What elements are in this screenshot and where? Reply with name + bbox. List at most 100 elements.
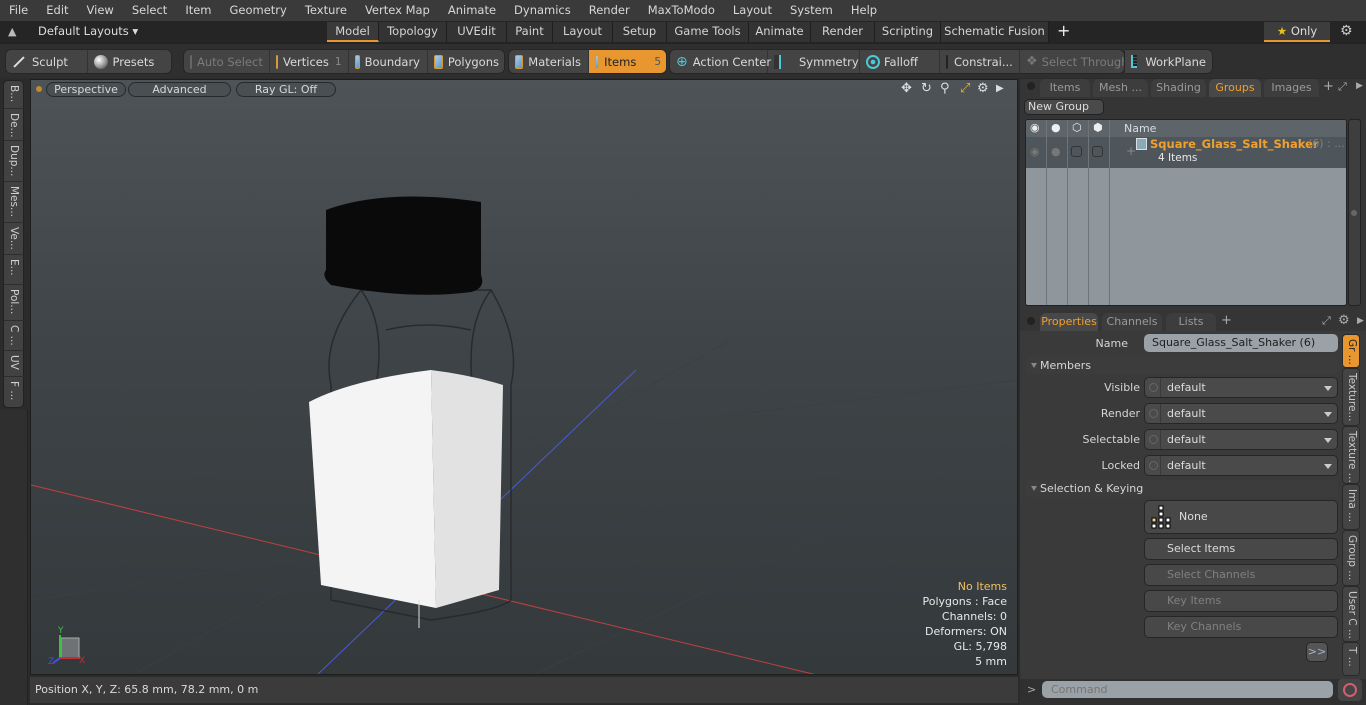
tab-images[interactable]: Images: [1264, 79, 1319, 97]
members-section[interactable]: Members: [1026, 357, 1338, 374]
selectable-dropdown[interactable]: default: [1144, 429, 1338, 450]
render-dropdown[interactable]: default: [1144, 403, 1338, 424]
menu-item[interactable]: Item: [176, 0, 220, 21]
vertices-button[interactable]: Vertices 1: [270, 50, 349, 73]
perspective-button[interactable]: Perspective: [46, 82, 126, 97]
menu-edit[interactable]: Edit: [37, 0, 77, 21]
render-column-icon[interactable]: ●: [1051, 121, 1061, 134]
new-group-button[interactable]: New Group: [1024, 99, 1104, 115]
row-render-icon[interactable]: ●: [1051, 145, 1061, 158]
name-field[interactable]: Square_Glass_Salt_Shaker (6): [1144, 334, 1338, 352]
row-visibility-icon[interactable]: ◉: [1030, 145, 1040, 158]
tab-animate[interactable]: Animate: [749, 22, 811, 42]
menu-render[interactable]: Render: [580, 0, 639, 21]
side-tab-texture-2[interactable]: Texture ...: [1342, 426, 1360, 484]
props-arrow-icon[interactable]: ▶: [1357, 316, 1364, 326]
expand-panel-icon[interactable]: ⤢: [1338, 80, 1347, 94]
select-through-button[interactable]: ❖ Select Through: [1020, 50, 1124, 73]
select-column-icon[interactable]: ⬡: [1072, 121, 1082, 134]
side-tab-image[interactable]: Ima ...: [1342, 484, 1360, 530]
tab-model[interactable]: Model: [327, 22, 379, 42]
locked-radio[interactable]: [1149, 461, 1158, 470]
only-button[interactable]: ★ Only: [1264, 22, 1330, 42]
props-expand-icon[interactable]: ⤢: [1322, 314, 1331, 328]
shading-mode-button[interactable]: Advanced: [128, 82, 231, 97]
menu-geometry[interactable]: Geometry: [221, 0, 296, 21]
left-tab-fusion[interactable]: F ...: [4, 377, 25, 408]
expand-group-icon[interactable]: +: [1126, 144, 1136, 158]
tab-items[interactable]: Items: [1040, 79, 1090, 97]
groups-scrollbar[interactable]: [1348, 119, 1361, 306]
workplane-button[interactable]: WorkPlane: [1125, 50, 1212, 73]
viewport-menu-dot[interactable]: [36, 86, 42, 92]
tab-uvedit[interactable]: UVEdit: [447, 22, 507, 42]
tab-scripting[interactable]: Scripting: [875, 22, 941, 42]
menu-dynamics[interactable]: Dynamics: [505, 0, 580, 21]
boundary-button[interactable]: Boundary: [349, 50, 428, 73]
items-button[interactable]: Items 5: [589, 50, 666, 73]
raygl-button[interactable]: Ray GL: Off: [236, 82, 336, 97]
left-tab-curve[interactable]: C ...: [4, 321, 25, 351]
menu-system[interactable]: System: [781, 0, 842, 21]
tab-render[interactable]: Render: [811, 22, 875, 42]
menu-animate[interactable]: Animate: [439, 0, 505, 21]
left-tab-mesh-edit[interactable]: Mes...: [4, 182, 25, 223]
locked-dropdown[interactable]: default: [1144, 455, 1338, 476]
tab-shading[interactable]: Shading: [1151, 79, 1206, 97]
side-tab-group[interactable]: Gr ...: [1342, 334, 1360, 368]
selectable-radio[interactable]: [1149, 435, 1158, 444]
tab-channels[interactable]: Channels: [1102, 313, 1162, 331]
group-row[interactable]: ◉ ● + Square_Glass_Salt_Shaker (6) : ...…: [1026, 137, 1346, 168]
tab-groups[interactable]: Groups: [1209, 79, 1261, 97]
action-center-button[interactable]: ⊕ Action Center: [670, 50, 771, 73]
menu-layout[interactable]: Layout: [724, 0, 781, 21]
tab-layout[interactable]: Layout: [553, 22, 613, 42]
constraints-button[interactable]: Constrai...: [940, 50, 1020, 73]
side-tab-user-channels[interactable]: User C ...: [1342, 586, 1360, 642]
add-props-tab-icon[interactable]: +: [1221, 313, 1232, 328]
collapse-up-icon[interactable]: ▲: [8, 25, 16, 38]
props-menu-dot[interactable]: [1027, 317, 1035, 325]
props-gear-icon[interactable]: ⚙: [1338, 313, 1350, 328]
presets-button[interactable]: Presets: [88, 50, 171, 73]
auto-select-button[interactable]: Auto Select: [184, 50, 270, 73]
row-lock-checkbox[interactable]: [1092, 146, 1103, 157]
menu-vertex-map[interactable]: Vertex Map: [356, 0, 439, 21]
key-items-button[interactable]: Key Items: [1144, 590, 1338, 612]
panel-arrow-icon[interactable]: ▶: [1356, 81, 1363, 91]
menu-texture[interactable]: Texture: [296, 0, 356, 21]
rotate-icon[interactable]: ↻: [921, 81, 932, 96]
tab-setup[interactable]: Setup: [613, 22, 667, 42]
command-input[interactable]: [1042, 681, 1333, 698]
left-tab-deform[interactable]: De...: [4, 109, 25, 141]
menu-help[interactable]: Help: [842, 0, 886, 21]
row-select-checkbox[interactable]: [1071, 146, 1082, 157]
visible-radio[interactable]: [1149, 383, 1158, 392]
default-layouts-dropdown[interactable]: Default Layouts ▾: [38, 24, 138, 38]
add-tab-button[interactable]: +: [1057, 21, 1070, 40]
hierarchy-none-button[interactable]: None: [1144, 500, 1338, 534]
name-column-header[interactable]: Name: [1124, 122, 1156, 135]
more-button[interactable]: >>: [1306, 642, 1328, 662]
menu-view[interactable]: View: [78, 0, 123, 21]
left-tab-edge[interactable]: E...: [4, 255, 25, 285]
left-tab-polygon[interactable]: Pol...: [4, 285, 25, 321]
tab-mesh[interactable]: Mesh ...: [1093, 79, 1148, 97]
tab-lists[interactable]: Lists: [1166, 313, 1216, 331]
selection-keying-section[interactable]: Selection & Keying: [1026, 480, 1338, 497]
key-channels-button[interactable]: Key Channels: [1144, 616, 1338, 638]
add-tab-icon[interactable]: +: [1323, 79, 1334, 94]
side-tab-group-2[interactable]: Group ...: [1342, 530, 1360, 586]
polygons-button[interactable]: Polygons: [428, 50, 504, 73]
left-tab-duplicate[interactable]: Dup...: [4, 141, 25, 182]
3d-viewport[interactable]: Y X Z Perspective Advanced Ray GL: Off ✥…: [30, 79, 1018, 675]
scroll-handle[interactable]: [1351, 210, 1357, 216]
zoom-icon[interactable]: ⚲: [940, 81, 950, 96]
lock-column-icon[interactable]: ⬢: [1093, 121, 1103, 134]
select-items-button[interactable]: Select Items: [1144, 538, 1338, 560]
left-tab-basic[interactable]: B...: [4, 81, 25, 109]
menu-file[interactable]: File: [0, 0, 37, 21]
symmetry-button[interactable]: Symmetry: [768, 50, 860, 73]
left-tab-vertex[interactable]: Ve...: [4, 223, 25, 255]
record-macro-button[interactable]: [1338, 679, 1362, 701]
